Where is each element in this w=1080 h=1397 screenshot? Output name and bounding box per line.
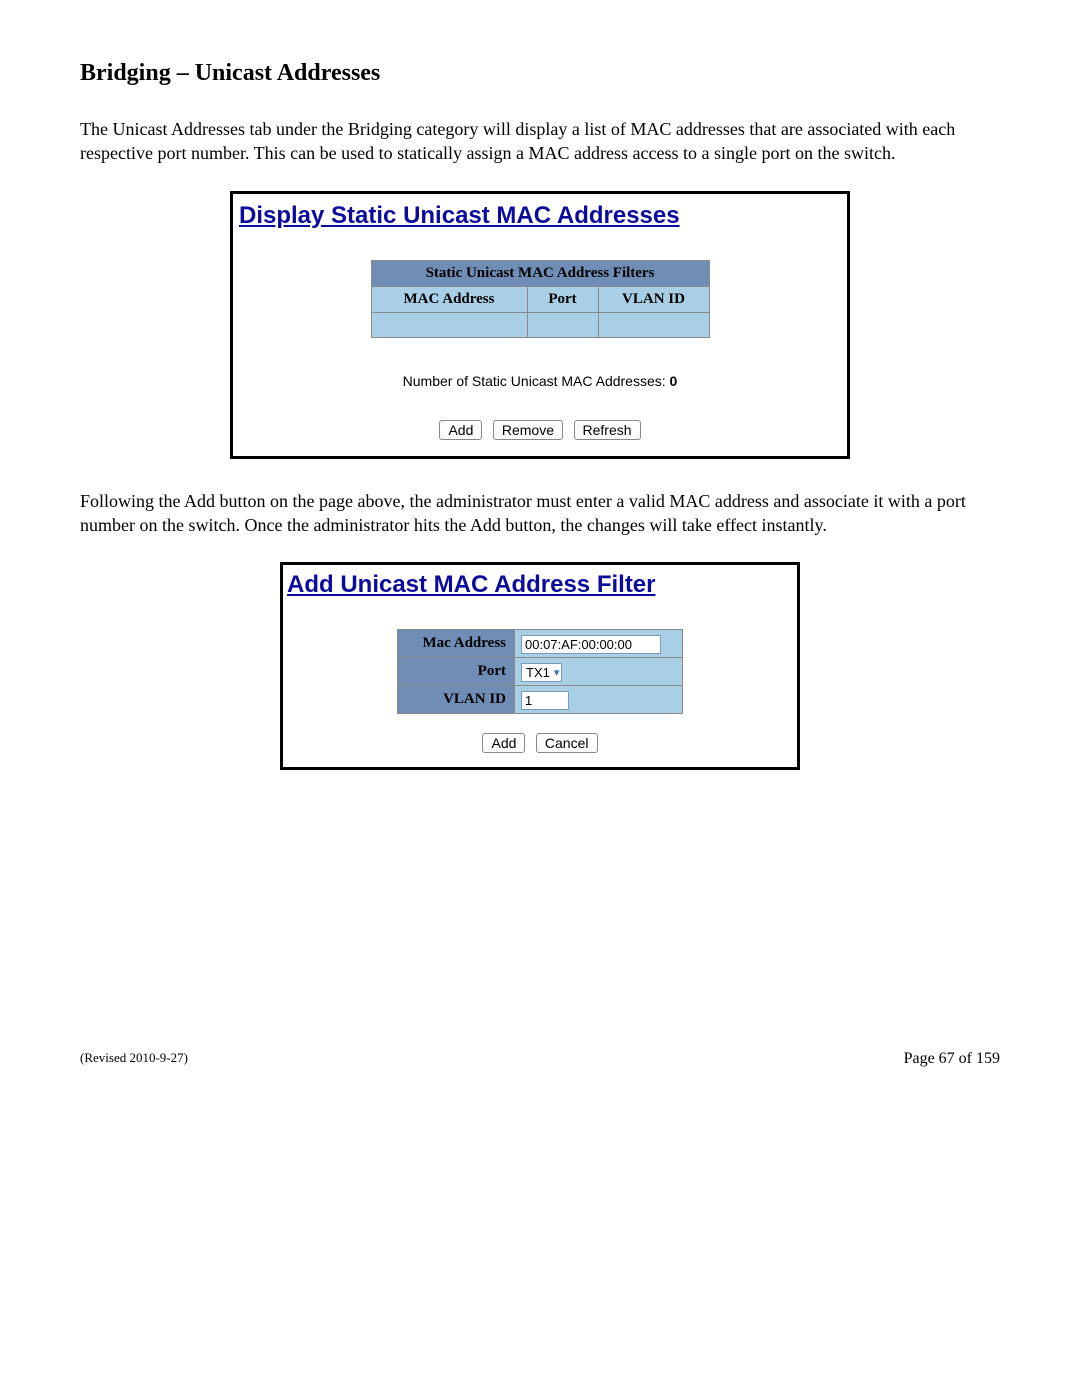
unicast-count-label: Number of Static Unicast MAC Addresses: <box>403 373 670 389</box>
add-filter-title: Add Unicast MAC Address Filter <box>287 571 793 599</box>
cell-vlan-empty <box>598 312 709 337</box>
intro-paragraph-1: The Unicast Addresses tab under the Brid… <box>80 117 1000 166</box>
mac-address-input[interactable] <box>521 635 661 654</box>
port-select[interactable]: TX1 ▾ <box>521 663 562 682</box>
mac-address-label: Mac Address <box>398 630 515 658</box>
chevron-down-icon: ▾ <box>554 666 560 679</box>
unicast-count-line: Number of Static Unicast MAC Addresses: … <box>239 373 841 389</box>
refresh-button[interactable]: Refresh <box>574 420 641 440</box>
vlan-id-label: VLAN ID <box>398 686 515 714</box>
page-number: Page 67 of 159 <box>904 1050 1000 1068</box>
col-vlan-id: VLAN ID <box>598 286 709 312</box>
cell-mac-empty <box>371 312 527 337</box>
page-footer: (Revised 2010-9-27) Page 67 of 159 <box>80 1050 1000 1068</box>
table-row <box>371 312 709 337</box>
page-heading: Bridging – Unicast Addresses <box>80 60 1000 87</box>
unicast-filters-table: Static Unicast MAC Address Filters MAC A… <box>371 260 710 338</box>
display-unicast-panel: Display Static Unicast MAC Addresses Sta… <box>230 191 850 459</box>
revised-date: (Revised 2010-9-27) <box>80 1050 188 1066</box>
col-mac-address: MAC Address <box>371 286 527 312</box>
port-select-value: TX1 <box>526 665 550 680</box>
add-filter-form: Mac Address Port TX1 ▾ VLAN ID <box>397 629 683 714</box>
add-button[interactable]: Add <box>439 420 482 440</box>
vlan-id-input[interactable] <box>521 691 569 710</box>
unicast-count-value: 0 <box>670 373 678 389</box>
filters-table-caption: Static Unicast MAC Address Filters <box>371 260 709 286</box>
cell-port-empty <box>527 312 598 337</box>
port-label: Port <box>398 658 515 686</box>
col-port: Port <box>527 286 598 312</box>
remove-button[interactable]: Remove <box>493 420 563 440</box>
panel1-button-row: Add Remove Refresh <box>239 419 841 440</box>
intro-paragraph-2: Following the Add button on the page abo… <box>80 489 1000 538</box>
cancel-button[interactable]: Cancel <box>536 733 598 753</box>
panel2-button-row: Add Cancel <box>287 732 793 753</box>
add-filter-panel: Add Unicast MAC Address Filter Mac Addre… <box>280 562 800 770</box>
display-unicast-title: Display Static Unicast MAC Addresses <box>239 202 841 230</box>
add-filter-submit-button[interactable]: Add <box>482 733 525 753</box>
